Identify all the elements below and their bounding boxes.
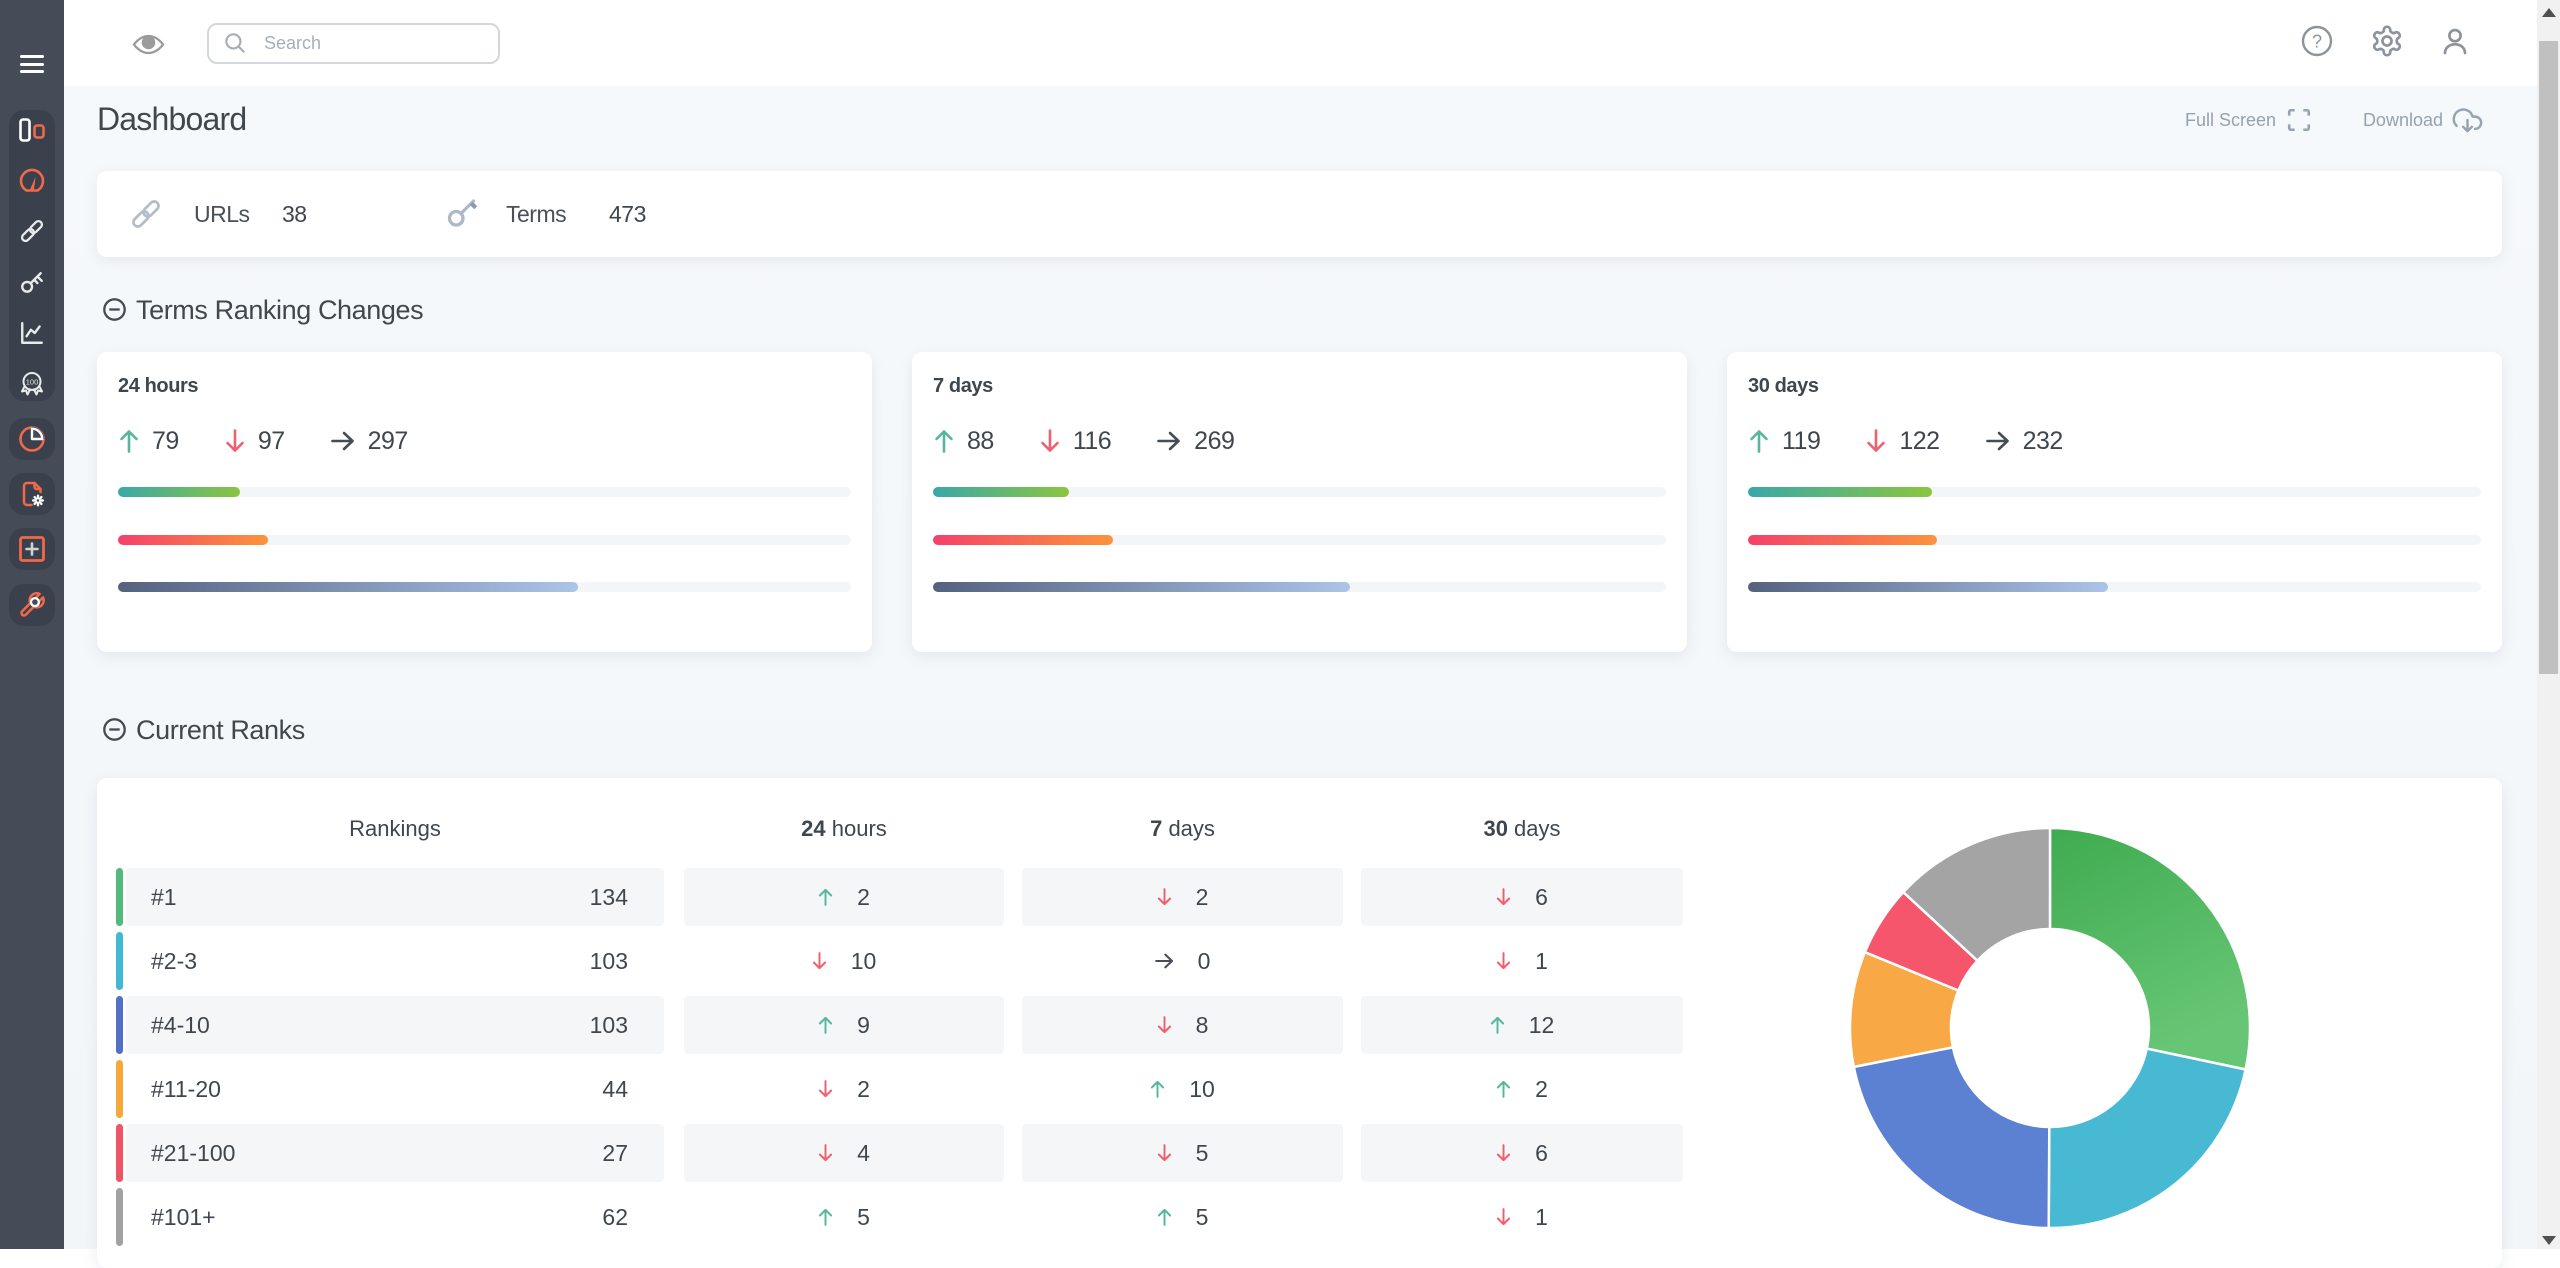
svg-text:100: 100 <box>26 378 39 387</box>
svg-text:?: ? <box>2312 32 2322 52</box>
